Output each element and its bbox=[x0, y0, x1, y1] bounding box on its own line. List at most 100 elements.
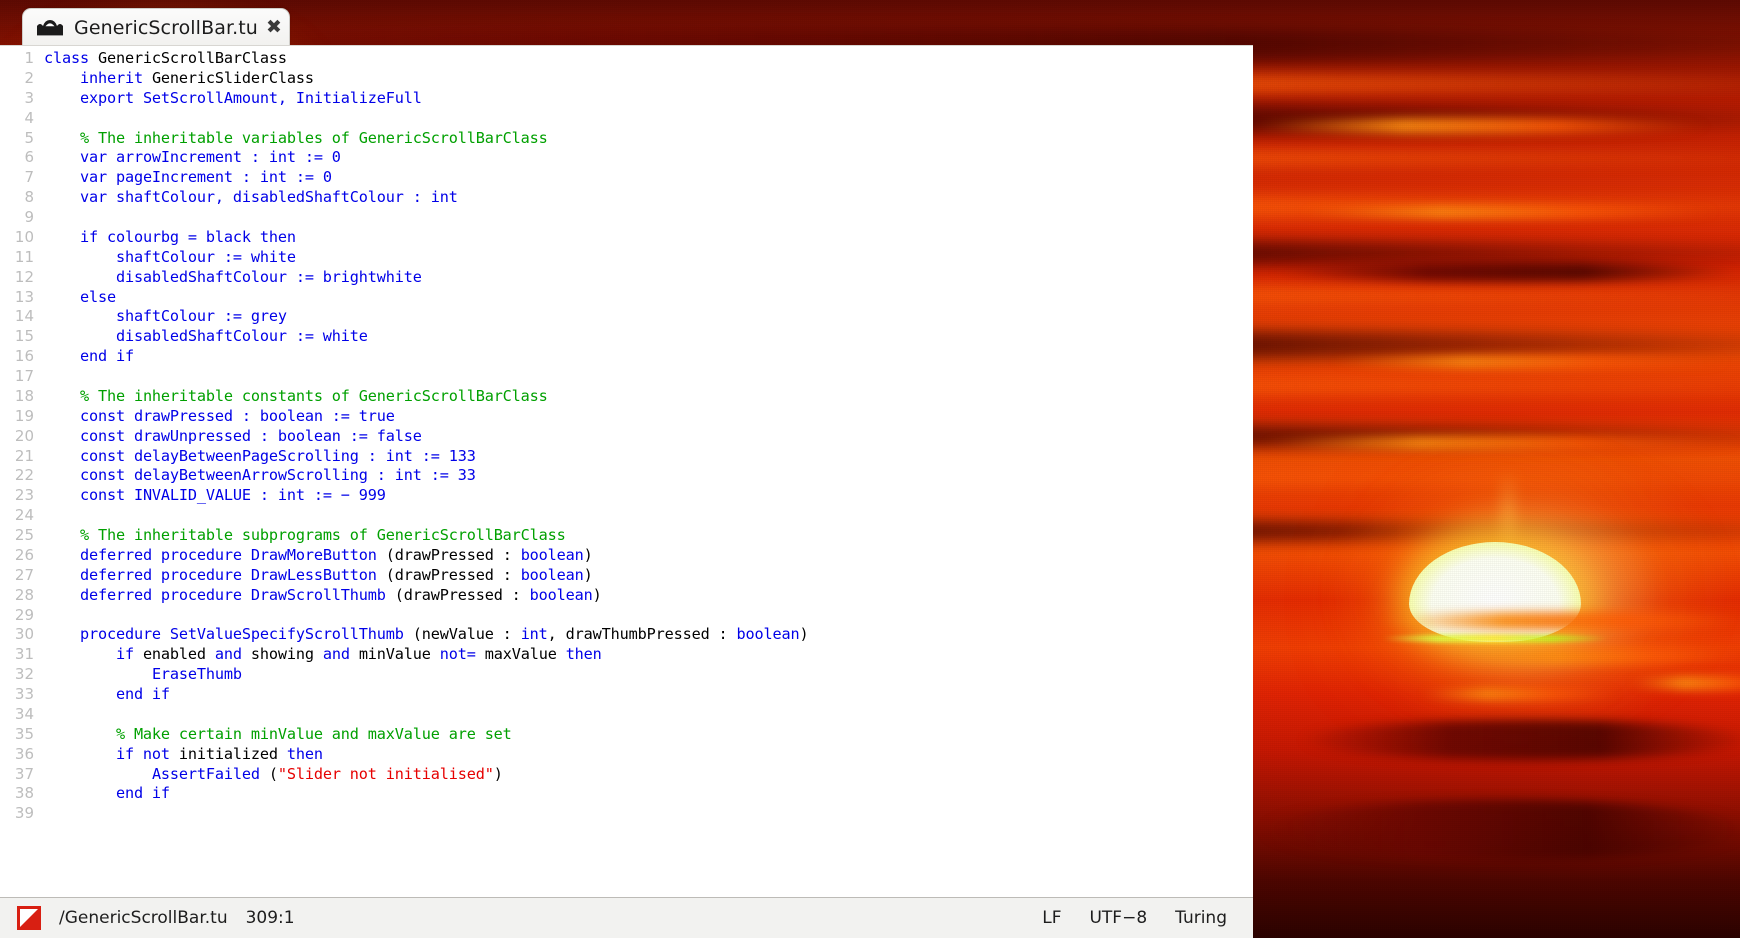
code-line[interactable]: 21 const delayBetweenPageScrolling : int… bbox=[0, 447, 1253, 467]
code-line-text: inherit GenericSliderClass bbox=[44, 69, 1253, 89]
code-line[interactable]: 4 bbox=[0, 109, 1253, 129]
code-line[interactable]: 7 var pageIncrement : int := 0 bbox=[0, 168, 1253, 188]
code-line[interactable]: 37 AssertFailed ("Slider not initialised… bbox=[0, 765, 1253, 785]
code-line[interactable]: 25 % The inheritable subprograms of Gene… bbox=[0, 526, 1253, 546]
code-line-text: const delayBetweenPageScrolling : int :=… bbox=[44, 447, 1253, 467]
line-number: 35 bbox=[14, 724, 34, 743]
code-token-id bbox=[44, 188, 80, 206]
code-editor[interactable]: 1 class GenericScrollBarClass 2 inherit Ge… bbox=[0, 45, 1253, 897]
tab-label: GenericScrollBar.tu bbox=[74, 16, 258, 39]
status-line-ending[interactable]: LF bbox=[1042, 908, 1061, 928]
code-token-id bbox=[44, 228, 80, 246]
code-line[interactable]: 23 const INVALID_VALUE : int := − 999 bbox=[0, 486, 1253, 506]
status-language[interactable]: Turing bbox=[1175, 908, 1227, 928]
code-line[interactable]: 33 end if bbox=[0, 685, 1253, 705]
code-line[interactable]: 19 const drawPressed : boolean := true bbox=[0, 407, 1253, 427]
code-line[interactable]: 30 procedure SetValueSpecifyScrollThumb … bbox=[0, 625, 1253, 645]
code-line[interactable]: 28 deferred procedure DrawScrollThumb (d… bbox=[0, 586, 1253, 606]
code-token-kw: and bbox=[322, 645, 359, 664]
code-line[interactable]: 17 bbox=[0, 367, 1253, 387]
code-token-kw: boolean bbox=[736, 625, 800, 644]
tab-generic-scroll-bar[interactable]: GenericScrollBar.tu ✖ bbox=[22, 8, 290, 46]
code-token-kw: deferred procedure DrawMoreButton bbox=[79, 545, 386, 564]
code-token-id bbox=[44, 307, 116, 325]
code-line-text: end if bbox=[44, 784, 1253, 804]
turing-file-icon bbox=[16, 905, 42, 931]
tab-bar: GenericScrollBar.tu ✖ bbox=[0, 0, 1253, 46]
code-token-kw: const delayBetweenPageScrolling : int :=… bbox=[79, 446, 476, 465]
code-line[interactable]: 8 var shaftColour, disabledShaftColour :… bbox=[0, 188, 1253, 208]
code-token-id bbox=[44, 784, 116, 802]
code-line[interactable]: 15 disabledShaftColour := white bbox=[0, 327, 1253, 347]
code-line[interactable]: 35 % Make certain minValue and maxValue … bbox=[0, 725, 1253, 745]
code-token-kw: EraseThumb bbox=[151, 665, 242, 684]
code-line[interactable]: 26 deferred procedure DrawMoreButton (dr… bbox=[0, 546, 1253, 566]
code-line-text: const drawPressed : boolean := true bbox=[44, 407, 1253, 427]
code-line[interactable]: 20 const drawUnpressed : boolean := fals… bbox=[0, 427, 1253, 447]
code-token-id: (drawPressed : bbox=[385, 545, 521, 564]
code-token-kw: procedure SetValueSpecifyScrollThumb bbox=[79, 625, 413, 644]
line-number: 17 bbox=[14, 367, 34, 385]
code-line[interactable]: 32 EraseThumb bbox=[0, 665, 1253, 685]
code-line[interactable]: 5 % The inheritable variables of Generic… bbox=[0, 129, 1253, 149]
code-line[interactable]: 18 % The inheritable constants of Generi… bbox=[0, 387, 1253, 407]
code-token-id bbox=[44, 526, 80, 544]
status-bar: /GenericScrollBar.tu 309:1 LF UTF−8 Turi… bbox=[0, 897, 1253, 938]
code-token-id bbox=[44, 387, 80, 405]
code-line[interactable]: 9 bbox=[0, 208, 1253, 228]
code-token-kw: const INVALID_VALUE : int := − 999 bbox=[79, 486, 386, 505]
editor-window: GenericScrollBar.tu ✖ 1 class GenericScro… bbox=[0, 0, 1253, 938]
line-number: 14 bbox=[14, 307, 34, 326]
code-line-text: % The inheritable subprograms of Generic… bbox=[44, 526, 1253, 546]
code-token-id: GenericScrollBarClass bbox=[97, 49, 287, 67]
line-number: 11 bbox=[14, 247, 34, 266]
code-line-text: disabledShaftColour := white bbox=[44, 327, 1253, 347]
code-token-id: enabled bbox=[142, 645, 215, 664]
line-number: 9 bbox=[24, 208, 34, 226]
code-token-kw: export SetScrollAmount, InitializeFull bbox=[79, 88, 422, 107]
line-number: 21 bbox=[14, 446, 34, 465]
code-token-kw: const delayBetweenArrowScrolling : int :… bbox=[79, 466, 476, 485]
line-number: 31 bbox=[14, 645, 34, 664]
code-line[interactable]: 13 else bbox=[0, 288, 1253, 308]
close-icon[interactable]: ✖ bbox=[264, 18, 284, 38]
code-line[interactable]: 24 bbox=[0, 506, 1253, 526]
code-line[interactable]: 2 inherit GenericSliderClass bbox=[0, 69, 1253, 89]
code-line[interactable]: 27 deferred procedure DrawLessButton (dr… bbox=[0, 566, 1253, 586]
code-token-id: (drawPressed : bbox=[394, 585, 530, 604]
line-number: 24 bbox=[14, 506, 34, 525]
code-token-kw: if bbox=[115, 645, 143, 664]
code-line[interactable]: 10 if colourbg = black then bbox=[0, 228, 1253, 248]
line-number: 3 bbox=[24, 88, 34, 107]
code-line[interactable]: 6 var arrowIncrement : int := 0 bbox=[0, 148, 1253, 168]
code-line[interactable]: 34 bbox=[0, 705, 1253, 725]
code-line[interactable]: 29 bbox=[0, 606, 1253, 626]
status-cursor-position[interactable]: 309:1 bbox=[246, 908, 295, 928]
code-token-id bbox=[44, 407, 80, 425]
line-number: 19 bbox=[14, 406, 34, 425]
code-token-id bbox=[44, 347, 80, 365]
code-line[interactable]: 16 end if bbox=[0, 347, 1253, 367]
code-line-text: else bbox=[44, 288, 1253, 308]
code-line[interactable]: 22 const delayBetweenArrowScrolling : in… bbox=[0, 466, 1253, 486]
code-token-id bbox=[44, 765, 152, 783]
code-line[interactable]: 31 if enabled and showing and minValue n… bbox=[0, 645, 1253, 665]
code-token-id bbox=[44, 89, 80, 107]
code-line[interactable]: 39 bbox=[0, 804, 1253, 824]
code-line[interactable]: 38 end if bbox=[0, 784, 1253, 804]
code-token-kw: deferred procedure DrawScrollThumb bbox=[79, 585, 395, 604]
code-token-id: ( bbox=[268, 764, 278, 783]
code-token-id bbox=[44, 248, 116, 266]
line-number: 30 bbox=[14, 625, 34, 644]
status-file-path[interactable]: /GenericScrollBar.tu bbox=[59, 908, 228, 928]
code-line[interactable]: 11 shaftColour := white bbox=[0, 248, 1253, 268]
code-line-text: const INVALID_VALUE : int := − 999 bbox=[44, 486, 1253, 506]
code-line[interactable]: 1 class GenericScrollBarClass bbox=[0, 49, 1253, 69]
code-token-id: initialized bbox=[178, 744, 287, 763]
code-line[interactable]: 12 disabledShaftColour := brightwhite bbox=[0, 268, 1253, 288]
code-line[interactable]: 14 shaftColour := grey bbox=[0, 307, 1253, 327]
code-line[interactable]: 36 if not initialized then bbox=[0, 745, 1253, 765]
code-line[interactable]: 3 export SetScrollAmount, InitializeFull bbox=[0, 89, 1253, 109]
status-encoding[interactable]: UTF−8 bbox=[1089, 908, 1147, 928]
code-line-text: if not initialized then bbox=[44, 745, 1253, 765]
